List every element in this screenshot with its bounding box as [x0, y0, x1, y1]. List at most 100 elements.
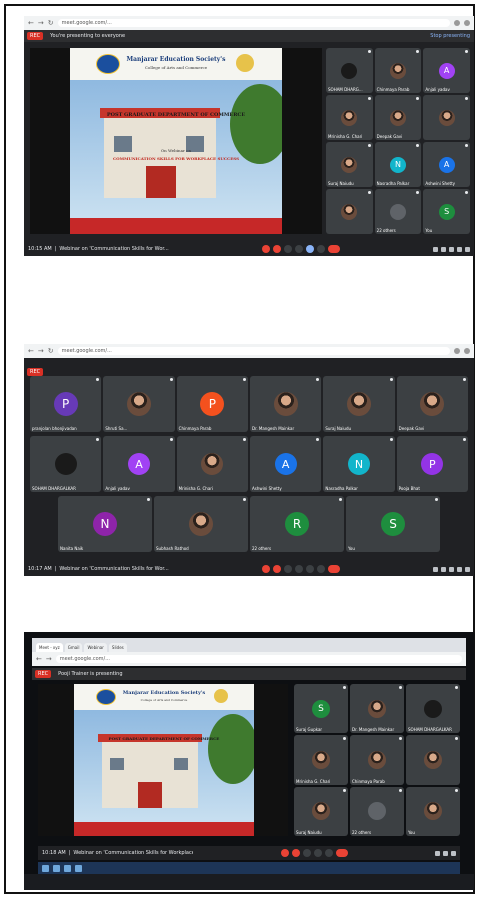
address-bar[interactable]: meet.google.com/... [57, 19, 450, 27]
search-icon[interactable] [53, 864, 60, 872]
participant-tile[interactable]: Mrinisha G. Chari [294, 735, 348, 785]
present-button[interactable] [305, 565, 314, 573]
participant-name: SOHAM DHARGALKAR [32, 486, 76, 491]
forward-icon[interactable]: → [46, 655, 52, 663]
participant-tile[interactable]: Suraj Naiudu [294, 786, 348, 836]
raise-hand-button[interactable] [294, 245, 303, 253]
participant-tile[interactable] [326, 189, 373, 234]
more-options-button[interactable] [316, 245, 325, 253]
back-icon[interactable]: ← [36, 655, 42, 663]
forward-icon[interactable]: → [38, 347, 44, 355]
participant-tile[interactable]: You [406, 786, 460, 836]
back-icon[interactable]: ← [28, 19, 34, 27]
participant-tile[interactable]: Deepak Gavi [396, 376, 468, 432]
lock-icon[interactable] [465, 246, 470, 252]
participant-tile[interactable]: A Anjali yadav [423, 48, 470, 93]
participant-tile[interactable]: Mrinisha G. Chari [326, 95, 373, 140]
start-icon[interactable] [42, 864, 49, 872]
participant-tile[interactable]: SOHAM DHARGALKAR [406, 684, 460, 734]
captions-button[interactable] [283, 565, 292, 573]
participant-tile[interactable]: Ppranjolan bhonjivadan [30, 376, 102, 432]
camera-off-button[interactable] [291, 849, 300, 857]
mic-off-button[interactable] [261, 565, 270, 573]
mic-off-button[interactable] [280, 849, 289, 857]
participant-tile[interactable]: SOHAM DHARGALKAR [30, 436, 102, 492]
participant-tile[interactable]: SOHAM DHARG... [326, 48, 373, 93]
extension-icon[interactable] [454, 348, 460, 354]
captions-button[interactable] [302, 849, 311, 857]
participant-tile[interactable]: P Chinmaya Parab [176, 376, 248, 432]
people-icon[interactable] [443, 850, 448, 856]
mic-off-button[interactable] [261, 245, 270, 253]
participant-tile[interactable]: N Nasradha Palkar [323, 436, 395, 492]
participant-tile[interactable]: S You [346, 496, 440, 552]
people-icon[interactable] [441, 566, 446, 572]
address-bar[interactable]: meet.google.com/... [55, 655, 462, 663]
participant-tile[interactable]: A Ashwini Shetty [250, 436, 322, 492]
chat-icon[interactable] [449, 246, 454, 252]
browser-tab[interactable]: Webinar [84, 643, 107, 652]
participant-tile[interactable]: Chinmaya Parab [350, 735, 404, 785]
participant-tile[interactable]: Dr. Mangesh Mainkar [250, 376, 322, 432]
present-button[interactable] [324, 849, 333, 857]
participant-tile[interactable]: Chinmaya Parab [374, 48, 422, 93]
activities-icon[interactable] [457, 246, 462, 252]
profile-icon[interactable] [464, 20, 470, 26]
participant-tile[interactable]: Suraj Naiudu [326, 142, 373, 187]
participant-tile[interactable]: N Nanita Naik [58, 496, 152, 552]
stop-presenting-button[interactable]: Stop presenting [430, 33, 470, 39]
participant-tile[interactable]: Dr. Mangesh Mainkar [350, 684, 404, 734]
raise-hand-button[interactable] [313, 849, 322, 857]
info-icon[interactable] [433, 566, 438, 572]
participant-tile[interactable]: Deepak Gavi [374, 95, 422, 140]
browser-icon[interactable] [64, 864, 71, 872]
participant-tile[interactable]: A Anjali yadav [103, 436, 175, 492]
chat-icon[interactable] [451, 850, 456, 856]
leave-call-button[interactable] [335, 849, 348, 857]
participant-name: 22 others [352, 829, 372, 835]
participant-tile[interactable]: S Suraj Gupkar [294, 684, 348, 734]
folder-icon[interactable] [75, 864, 82, 872]
participant-tile[interactable]: Subhash Rathod [154, 496, 248, 552]
browser-tab[interactable]: Gmail [64, 643, 83, 652]
chat-icon[interactable] [449, 566, 454, 572]
address-bar[interactable]: meet.google.com/... [57, 347, 450, 355]
mic-muted-icon [463, 378, 466, 381]
participant-tile[interactable]: A Ashwini Shetty [423, 142, 470, 187]
browser-tab[interactable]: Slides [108, 643, 127, 652]
camera-off-button[interactable] [272, 565, 281, 573]
extension-icon[interactable] [454, 20, 460, 26]
captions-button[interactable] [283, 245, 292, 253]
info-icon[interactable] [435, 850, 440, 856]
more-options-button[interactable] [316, 565, 325, 573]
participant-tile[interactable]: N Nasradha Palkar [374, 142, 422, 187]
people-icon[interactable] [441, 246, 446, 252]
participant-tile[interactable]: Mrinisha G. Chari [176, 436, 248, 492]
participant-tile[interactable]: P Pooja Bhat [396, 436, 468, 492]
reload-icon[interactable]: ↻ [48, 347, 54, 355]
lock-icon[interactable] [465, 566, 470, 572]
presenting-bar: REC You're presenting to everyone Stop p… [24, 30, 474, 42]
activities-icon[interactable] [457, 566, 462, 572]
meeting-time: 10:18 AM [42, 850, 66, 856]
present-button[interactable] [305, 245, 314, 253]
info-icon[interactable] [433, 246, 438, 252]
participant-tile[interactable]: S You [423, 189, 470, 234]
participant-tile[interactable]: Shruti Sa... [103, 376, 175, 432]
participant-tile[interactable] [423, 95, 470, 140]
profile-icon[interactable] [464, 348, 470, 354]
camera-off-button[interactable] [272, 245, 281, 253]
participant-tile[interactable]: 22 others [374, 189, 422, 234]
forward-icon[interactable]: → [38, 19, 44, 27]
back-icon[interactable]: ← [28, 347, 34, 355]
rec-badge: REC [27, 368, 44, 376]
leave-call-button[interactable] [327, 565, 340, 573]
leave-call-button[interactable] [327, 245, 340, 253]
raise-hand-button[interactable] [294, 565, 303, 573]
participant-tile[interactable]: Suraj Naiudu [323, 376, 395, 432]
browser-tab[interactable]: Meet - xyz [36, 643, 63, 652]
participant-tile[interactable]: 22 others [350, 786, 404, 836]
reload-icon[interactable]: ↻ [48, 19, 54, 27]
participant-tile[interactable]: R 22 others [250, 496, 344, 552]
participant-tile[interactable] [406, 735, 460, 785]
